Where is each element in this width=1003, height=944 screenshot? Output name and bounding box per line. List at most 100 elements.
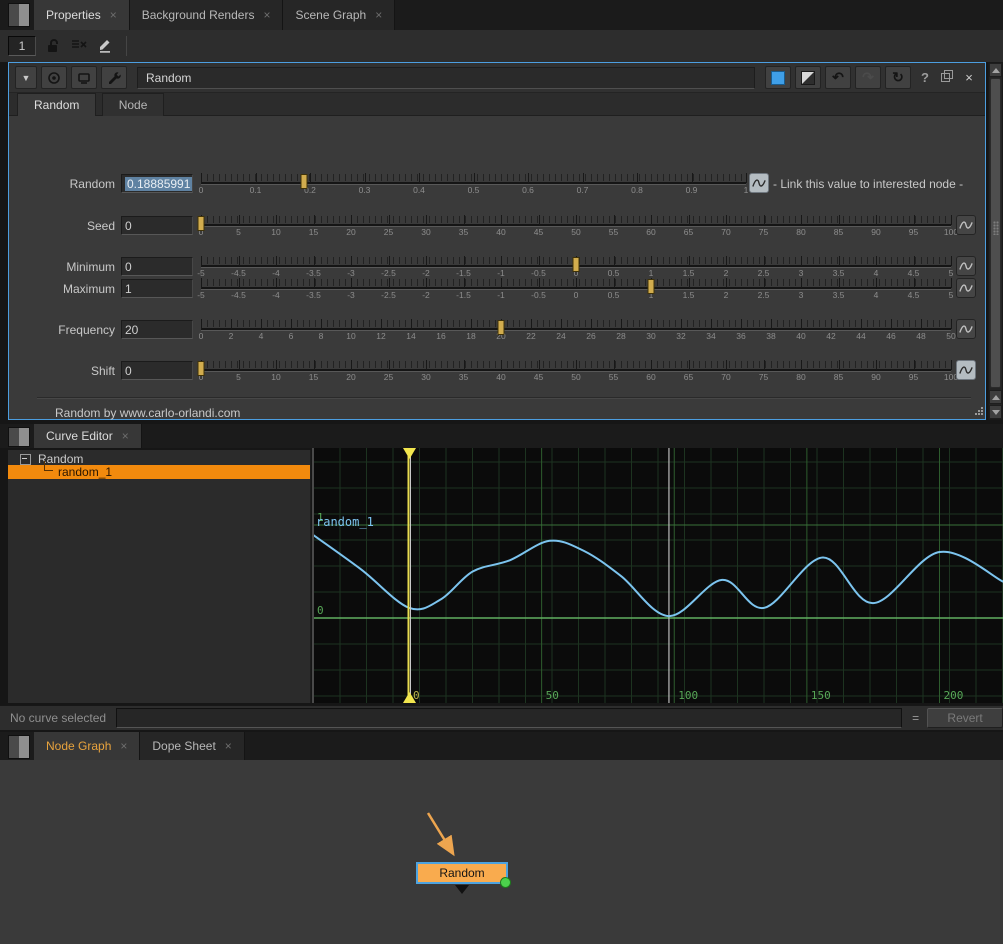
random-slider[interactable]: 00.10.20.30.40.50.60.70.80.91	[201, 172, 746, 198]
random-value-field[interactable]: 0.18885991	[121, 174, 193, 193]
slider-tick-label: 46	[886, 331, 895, 341]
minimum-value-field[interactable]: 0	[121, 257, 193, 276]
shift-value-field[interactable]: 0	[121, 361, 193, 380]
close-icon[interactable]: ×	[110, 9, 117, 21]
curve-chart[interactable]: 05010015020010random_1	[314, 448, 1003, 703]
panel-count-field[interactable]: 1	[8, 36, 36, 56]
frequency-value-field[interactable]: 20	[121, 320, 193, 339]
maximum-slider[interactable]: -5-4.5-4-3.5-3-2.5-2-1.5-1-0.500.511.522…	[201, 277, 951, 303]
slider-handle[interactable]	[198, 216, 205, 231]
slider-major-tick	[576, 360, 577, 370]
slider-major-tick	[539, 256, 540, 266]
collapse-triangle-button[interactable]: ▼	[15, 66, 37, 89]
float-panel-icon[interactable]	[939, 68, 955, 87]
tab-dope-sheet[interactable]: Dope Sheet ×	[140, 732, 244, 760]
close-icon[interactable]: ×	[122, 430, 129, 442]
slider-major-tick	[351, 278, 352, 288]
tab-curve-editor[interactable]: Curve Editor ×	[34, 424, 142, 448]
scroll-up-button-2[interactable]	[989, 390, 1002, 404]
svg-text:50: 50	[546, 689, 559, 702]
redo-button[interactable]: ↷	[855, 66, 881, 89]
close-icon[interactable]: ×	[120, 740, 127, 752]
scroll-up-button[interactable]	[989, 63, 1002, 77]
node-output-connector[interactable]	[455, 885, 469, 894]
slider-major-tick	[801, 360, 802, 370]
pane-menu-button[interactable]	[8, 735, 30, 759]
slider-major-tick	[951, 360, 952, 370]
revert-button[interactable]: Revert	[927, 708, 1003, 728]
scroll-down-button[interactable]	[989, 405, 1002, 419]
pane-menu-button[interactable]	[8, 427, 30, 447]
expression-input[interactable]	[116, 708, 902, 728]
focus-node-icon[interactable]	[41, 66, 67, 89]
color-swatch-button[interactable]	[765, 66, 791, 89]
resize-grip[interactable]	[973, 407, 983, 417]
lock-panels-icon[interactable]	[44, 36, 62, 57]
slider-major-tick	[651, 319, 652, 329]
slider-handle[interactable]	[573, 257, 580, 272]
slider-major-tick	[276, 256, 277, 266]
slider-tick-label: 60	[646, 227, 655, 237]
slider-major-tick	[583, 173, 584, 183]
slider-major-tick	[501, 278, 502, 288]
vertical-scrollbar[interactable]	[988, 62, 1003, 420]
animation-curve-button[interactable]	[956, 360, 976, 380]
slider-tick-label: 0.9	[686, 185, 698, 195]
slider-handle[interactable]	[300, 174, 307, 189]
tab-random[interactable]: Random	[17, 93, 96, 117]
slider-major-tick	[389, 278, 390, 288]
close-icon[interactable]: ×	[375, 9, 382, 21]
slider-handle[interactable]	[648, 279, 655, 294]
gl-color-swatch-button[interactable]	[795, 66, 821, 89]
slider-tick-label: 25	[384, 227, 393, 237]
animation-curve-button[interactable]	[956, 278, 976, 298]
node-graph-canvas[interactable]	[0, 760, 1003, 944]
refresh-button[interactable]: ↻	[885, 66, 911, 89]
collapse-expander-icon[interactable]	[20, 454, 31, 465]
tab-node-graph[interactable]: Node Graph ×	[34, 732, 140, 760]
shift-slider[interactable]: 0510152025303540455055606570758085909510…	[201, 359, 951, 385]
help-button[interactable]: ?	[915, 70, 935, 85]
tab-scene-graph[interactable]: Scene Graph ×	[283, 0, 395, 30]
slider-major-tick	[351, 319, 352, 329]
slider-major-tick	[426, 360, 427, 370]
animation-curve-button[interactable]	[956, 215, 976, 235]
slider-major-tick	[861, 319, 862, 329]
undo-button[interactable]: ↶	[825, 66, 851, 89]
wrench-icon[interactable]	[101, 66, 127, 89]
node-title-field[interactable]: Random	[137, 67, 755, 89]
edit-pencil-icon[interactable]	[96, 36, 114, 57]
close-icon[interactable]: ×	[225, 740, 232, 752]
tab-node[interactable]: Node	[102, 93, 165, 116]
svg-text:random_1: random_1	[316, 515, 374, 529]
slider-major-tick	[291, 319, 292, 329]
slider-major-tick	[201, 319, 202, 329]
close-panel-button[interactable]: ×	[959, 70, 979, 85]
scrollbar-thumb[interactable]	[990, 78, 1001, 388]
random-node[interactable]: Random	[416, 862, 508, 884]
slider-major-tick	[764, 360, 765, 370]
slider-tick-label: 5	[236, 372, 241, 382]
seed-value-field[interactable]: 0	[121, 216, 193, 235]
tab-background-renders[interactable]: Background Renders ×	[130, 0, 284, 30]
slider-major-tick	[801, 278, 802, 288]
animation-curve-button[interactable]	[956, 256, 976, 276]
maximum-value-field[interactable]: 1	[121, 279, 193, 298]
tab-properties[interactable]: Properties ×	[34, 0, 130, 30]
tree-item-random-1[interactable]: random_1	[8, 465, 310, 479]
slider-handle[interactable]	[198, 361, 205, 376]
pane-menu-button[interactable]	[8, 3, 30, 27]
slider-handle[interactable]	[498, 320, 505, 335]
close-icon[interactable]: ×	[263, 9, 270, 21]
curve-editor-plot[interactable]: 05010015020010random_1	[312, 448, 1003, 703]
svg-text:0: 0	[413, 689, 420, 702]
monitor-icon[interactable]	[71, 66, 97, 89]
slider-tick-label: 0	[199, 185, 204, 195]
frequency-slider[interactable]: 0246810121416182022242628303234363840424…	[201, 318, 951, 344]
animation-curve-button[interactable]	[956, 319, 976, 339]
close-all-panels-icon[interactable]	[70, 36, 88, 57]
animation-curve-button[interactable]	[749, 173, 769, 193]
seed-slider[interactable]: 0510152025303540455055606570758085909510…	[201, 214, 951, 240]
slider-major-tick	[474, 173, 475, 183]
tree-item-random[interactable]: Random	[8, 452, 310, 466]
